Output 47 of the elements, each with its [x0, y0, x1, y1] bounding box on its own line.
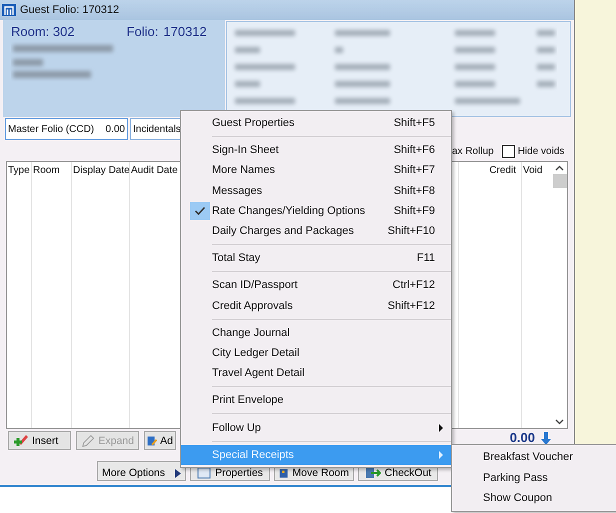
- menu-item[interactable]: City Ledger Detail: [181, 342, 451, 364]
- building-icon: [279, 467, 288, 479]
- column-header[interactable]: Credit: [489, 165, 520, 176]
- menu-item[interactable]: Breakfast Voucher: [452, 447, 616, 468]
- check-icon: [190, 202, 210, 220]
- menu-item[interactable]: Sign-In Sheet Shift+F6: [181, 140, 451, 160]
- document-icon: [197, 467, 212, 479]
- more-options-button[interactable]: More Options: [97, 461, 186, 481]
- menu-item[interactable]: Total Stay F11: [181, 248, 451, 268]
- menu-item[interactable]: Show Coupon: [452, 488, 616, 508]
- submenu-arrow-icon: [439, 450, 443, 459]
- adjust-button[interactable]: Ad: [144, 431, 176, 450]
- folio-label: Folio:: [126, 24, 158, 39]
- pencil-icon: [81, 432, 96, 448]
- menu-item[interactable]: Credit Approvals Shift+F12: [181, 296, 451, 316]
- exit-arrow-icon: [364, 467, 381, 479]
- folio-number: 170312: [163, 24, 207, 39]
- scroll-down-icon[interactable]: [555, 419, 564, 425]
- hide-voids-checkbox[interactable]: Hide voids: [502, 144, 564, 158]
- tax-rollup-label: ax Rollup: [452, 146, 494, 156]
- menu-item[interactable]: Rate Changes/Yielding Options Shift+F9: [181, 200, 451, 221]
- menu-item[interactable]: More Names Shift+F7: [181, 160, 451, 181]
- column-header[interactable]: Room: [33, 165, 70, 176]
- room-number: Room: 302: [11, 24, 75, 39]
- menu-item[interactable]: Parking Pass: [452, 468, 616, 488]
- right-triangle-icon: [175, 468, 181, 478]
- column-header[interactable]: Type: [8, 165, 30, 176]
- scroll-up-icon[interactable]: [555, 165, 564, 171]
- balance-amount: 0.00: [510, 431, 535, 444]
- menu-item[interactable]: Travel Agent Detail: [181, 363, 451, 384]
- menu-item[interactable]: Change Journal: [181, 322, 451, 343]
- menu-item[interactable]: Daily Charges and Packages Shift+F10: [181, 220, 451, 242]
- down-arrow-icon[interactable]: [540, 431, 552, 445]
- column-header[interactable]: Void: [523, 165, 551, 176]
- menu-item[interactable]: Follow Up: [181, 417, 451, 438]
- scroll-thumb[interactable]: [552, 174, 566, 188]
- menu-item[interactable]: Scan ID/Passport Ctrl+F12: [181, 275, 451, 296]
- menu-item[interactable]: Guest Properties Shift+F5: [181, 113, 451, 134]
- window-title: Guest Folio: 170312: [20, 4, 120, 16]
- insert-button[interactable]: Insert: [8, 431, 71, 450]
- menu-item[interactable]: Messages Shift+F8: [181, 180, 451, 201]
- submenu-arrow-icon: [439, 424, 443, 432]
- menu-item[interactable]: Print Envelope: [181, 390, 451, 410]
- folio-tab[interactable]: Master Folio (CCD) 0.00: [5, 118, 128, 140]
- column-header[interactable]: Display Date: [73, 165, 128, 176]
- app-logo-icon: [2, 3, 16, 17]
- plus-pencil-icon: [13, 432, 29, 448]
